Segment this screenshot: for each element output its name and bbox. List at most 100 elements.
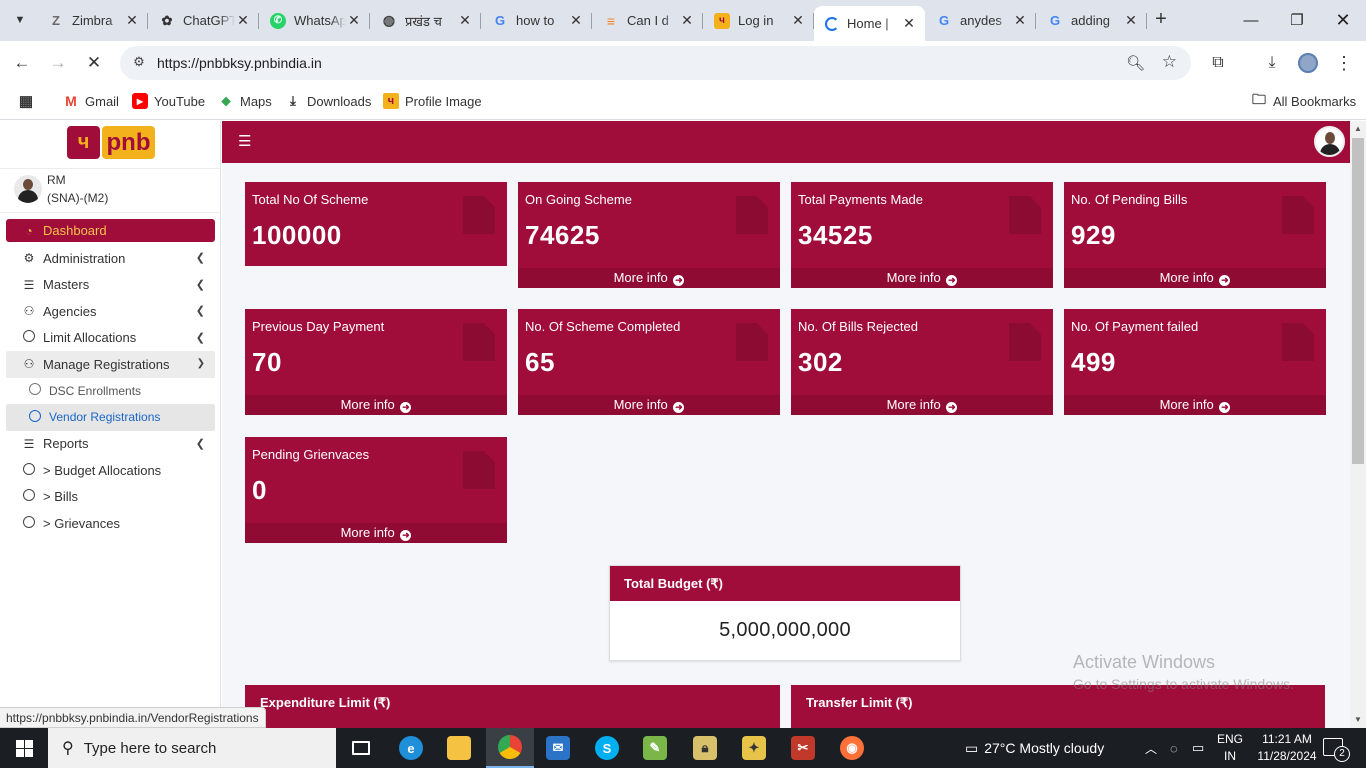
browser-tab[interactable]: Ghow to ✕ bbox=[481, 6, 592, 35]
close-tab-icon[interactable]: ✕ bbox=[901, 15, 917, 32]
tab-list: ZZimbra✕✿ChatGPT✕✆WhatsApp✕◍प्रखंड च✕Gho… bbox=[37, 6, 1147, 41]
task-view-icon[interactable] bbox=[337, 728, 385, 768]
more-info-link[interactable]: More info ➜ bbox=[1064, 395, 1326, 415]
bookmark-youtube[interactable]: ▶ YouTube bbox=[132, 93, 205, 109]
tab-search-chevron-icon[interactable]: ▼ bbox=[8, 8, 32, 32]
all-bookmarks[interactable]: 🗀 All Bookmarks bbox=[1251, 91, 1356, 109]
browser-tab[interactable]: ≡ Can I d ✕ bbox=[592, 6, 703, 35]
sidebar-item-limit-allocations[interactable]: Limit Allocations ❮ bbox=[6, 325, 215, 352]
close-tab-icon[interactable]: ✕ bbox=[346, 12, 362, 29]
browser-tab[interactable]: Gadding ✕ bbox=[1036, 6, 1147, 35]
address-bar[interactable]: ⚙ https://pnbbksy.pnbindia.in 🔍︎ ☆ bbox=[120, 46, 1191, 80]
close-tab-icon[interactable]: ✕ bbox=[1123, 12, 1139, 29]
forward-arrow-icon[interactable]: → bbox=[46, 51, 70, 75]
chrome-taskbar-icon[interactable] bbox=[486, 728, 534, 768]
edge-icon[interactable]: e bbox=[387, 728, 435, 768]
more-info-link[interactable]: More info ➜ bbox=[518, 268, 780, 288]
profile-avatar-icon[interactable] bbox=[1296, 51, 1320, 75]
sidebar-item-agencies[interactable]: ⚇ Agencies ❮ bbox=[6, 298, 215, 325]
bookmark-star-icon[interactable]: ☆ bbox=[1162, 52, 1177, 72]
extensions-puzzle-icon[interactable]: ⧉ bbox=[1206, 51, 1230, 75]
skype-icon[interactable]: S bbox=[583, 728, 631, 768]
taskbar-search[interactable]: ⚲ Type here to search bbox=[48, 728, 336, 768]
file-explorer-icon[interactable] bbox=[435, 728, 483, 768]
sidebar-item-dashboard[interactable]: ◔ Dashboard bbox=[6, 219, 215, 242]
browser-tab[interactable]: ✆WhatsApp✕ bbox=[259, 6, 370, 35]
close-tab-icon[interactable]: ✕ bbox=[235, 12, 251, 29]
new-tab-plus-icon[interactable]: + bbox=[1150, 8, 1172, 30]
scroll-up-arrow-icon[interactable]: ▲ bbox=[1350, 121, 1366, 137]
card-total-scheme[interactable]: Total No Of Scheme 100000 bbox=[245, 182, 507, 266]
certificate-tool-icon[interactable]: 🔒︎ bbox=[681, 728, 729, 768]
chrome-menu-icon[interactable]: ⋮ bbox=[1332, 51, 1356, 75]
more-info-link[interactable]: More info ➜ bbox=[791, 268, 1053, 288]
sidebar-item-reports[interactable]: ☰ Reports ❮ bbox=[6, 431, 215, 458]
card-label: No. Of Scheme Completed bbox=[525, 319, 681, 334]
document-icon bbox=[736, 323, 768, 361]
page-scrollbar[interactable]: ▲ ▼ bbox=[1350, 121, 1366, 728]
notepad-icon[interactable]: ✎ bbox=[631, 728, 679, 768]
close-tab-icon[interactable]: ✕ bbox=[790, 12, 806, 29]
tray-overflow-chevron-icon[interactable]: ︿ bbox=[1145, 728, 1157, 768]
browser-tab[interactable]: Home | ✕ bbox=[814, 6, 925, 41]
scroll-down-arrow-icon[interactable]: ▼ bbox=[1350, 712, 1366, 728]
sidebar-item-vendor-registrations[interactable]: Vendor Registrations bbox=[6, 404, 215, 431]
card-label: No. Of Bills Rejected bbox=[798, 319, 918, 334]
language-indicator[interactable]: ENG IN bbox=[1213, 731, 1247, 765]
browser-tab[interactable]: Ganydes ✕ bbox=[925, 6, 1036, 35]
pnb-logo[interactable]: ч pnb bbox=[67, 125, 155, 160]
battery-icon[interactable]: ▭ bbox=[1192, 728, 1204, 768]
weather-widget[interactable]: ▭ 27°C Mostly cloudy bbox=[965, 728, 1104, 768]
close-window-icon[interactable]: ✕ bbox=[1320, 0, 1366, 40]
close-tab-icon[interactable]: ✕ bbox=[1012, 12, 1028, 29]
sidebar-item-budget-allocations[interactable]: > Budget Allocations bbox=[6, 457, 215, 484]
sidebar-item-administration[interactable]: ⚙ Administration ❮ bbox=[6, 245, 215, 272]
restore-icon[interactable]: ❐ bbox=[1274, 0, 1320, 40]
sidebar-item-bills[interactable]: > Bills bbox=[6, 484, 215, 511]
taskbar-clock[interactable]: 11:21 AM 11/28/2024 bbox=[1247, 731, 1327, 765]
sidebar-item-masters[interactable]: ☰ Masters ❮ bbox=[6, 272, 215, 299]
dashboard-content: Total No Of Scheme 100000 On Going Schem… bbox=[222, 163, 1350, 728]
browser-tab[interactable]: ◍ प्रखंड च ✕ bbox=[370, 6, 481, 35]
minimize-icon[interactable]: — bbox=[1228, 0, 1274, 40]
download-icon[interactable]: ⤓ bbox=[1260, 51, 1284, 75]
more-info-link[interactable]: More info ➜ bbox=[518, 395, 780, 415]
header-user-avatar[interactable] bbox=[1314, 126, 1345, 157]
mail-icon[interactable]: ✉ bbox=[534, 728, 582, 768]
apps-grid-icon[interactable]: ▦ bbox=[18, 93, 40, 110]
circle-icon bbox=[22, 330, 36, 345]
network-icon[interactable]: ◌ bbox=[1170, 728, 1178, 768]
more-info-link[interactable]: More info ➜ bbox=[245, 395, 507, 415]
sidebar-item-grievances[interactable]: > Grievances bbox=[6, 510, 215, 537]
user-name: RM bbox=[47, 173, 66, 187]
card-label: Total No Of Scheme bbox=[252, 192, 369, 207]
close-tab-icon[interactable]: ✕ bbox=[679, 12, 695, 29]
close-tab-icon[interactable]: ✕ bbox=[457, 12, 473, 29]
hamburger-menu-icon[interactable]: ☰ bbox=[238, 134, 251, 150]
sidebar-item-manage-registrations[interactable]: ⚇ Manage Registrations ❯ bbox=[6, 351, 215, 378]
more-info-link[interactable]: More info ➜ bbox=[245, 523, 507, 543]
bookmark-maps[interactable]: ⬥ Maps bbox=[218, 93, 271, 109]
sidebar-item-dsc-enrollments[interactable]: DSC Enrollments bbox=[6, 378, 215, 405]
stop-loading-icon[interactable]: ✕ bbox=[82, 51, 106, 75]
start-windows-icon[interactable] bbox=[0, 728, 48, 768]
bookmark-profile-image[interactable]: ч Profile Image bbox=[383, 93, 482, 109]
bookmark-gmail[interactable]: M Gmail bbox=[63, 93, 119, 109]
close-tab-icon[interactable]: ✕ bbox=[568, 12, 584, 29]
utility-tool-icon[interactable]: ✦ bbox=[730, 728, 778, 768]
site-info-icon[interactable]: ⚙ bbox=[130, 54, 148, 72]
close-tab-icon[interactable]: ✕ bbox=[124, 12, 140, 29]
snipping-tool-icon[interactable]: ✂ bbox=[779, 728, 827, 768]
zoom-icon[interactable]: 🔍︎ bbox=[1126, 54, 1145, 72]
browser-tab[interactable]: ч Log in ✕ bbox=[703, 6, 814, 35]
more-info-link[interactable]: More info ➜ bbox=[791, 395, 1053, 415]
browser-tab[interactable]: Z Zimbra ✕ bbox=[37, 6, 148, 35]
browser-tab[interactable]: ✿ ChatGPT ✕ bbox=[148, 6, 259, 35]
more-info-link[interactable]: More info ➜ bbox=[1064, 268, 1326, 288]
firefox-icon[interactable]: ◉ bbox=[828, 728, 876, 768]
bookmark-downloads[interactable]: ⤓ Downloads bbox=[285, 93, 371, 109]
url-text[interactable]: https://pnbbksy.pnbindia.in bbox=[157, 55, 322, 71]
scrollbar-thumb[interactable] bbox=[1352, 138, 1364, 464]
document-icon bbox=[1009, 196, 1041, 234]
back-arrow-icon[interactable]: ← bbox=[10, 51, 34, 75]
